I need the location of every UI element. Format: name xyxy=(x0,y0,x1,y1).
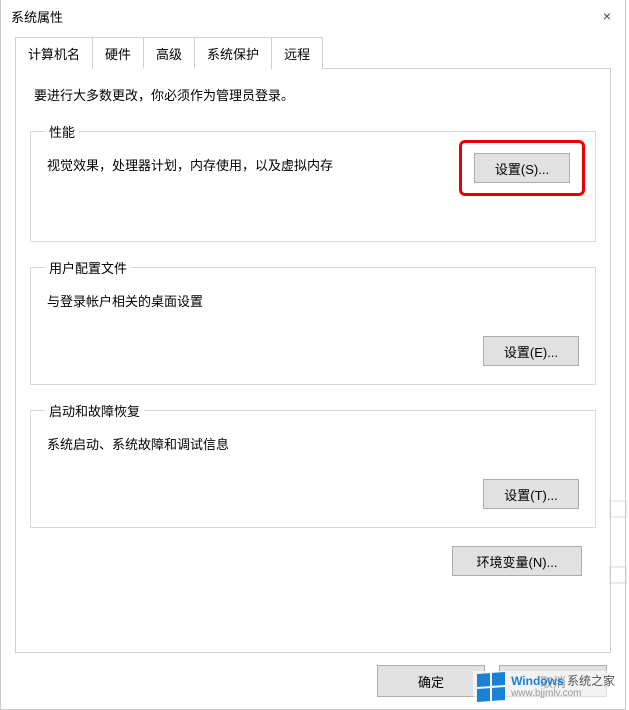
startup-recovery-group: 启动和故障恢复 系统启动、系统故障和调试信息 设置(T)... xyxy=(30,401,596,528)
tab-computer-name[interactable]: 计算机名 xyxy=(15,37,93,69)
watermark-suffix: 系统之家 xyxy=(567,674,615,688)
titlebar: 系统属性 × xyxy=(1,0,625,32)
windows-logo-icon xyxy=(477,672,505,702)
env-row: 环境变量(N)... xyxy=(30,544,596,576)
user-profile-group: 用户配置文件 与登录帐户相关的桌面设置 设置(E)... xyxy=(30,258,596,385)
window-title: 系统属性 xyxy=(11,7,615,26)
admin-note: 要进行大多数更改，你必须作为管理员登录。 xyxy=(30,85,596,104)
dialog-content: 计算机名 硬件 高级 系统保护 远程 要进行大多数更改，你必须作为管理员登录。 … xyxy=(1,32,625,653)
user-profile-settings-button[interactable]: 设置(E)... xyxy=(483,336,579,366)
performance-settings-highlight: 设置(S)... xyxy=(459,140,585,196)
ok-button[interactable]: 确定 xyxy=(377,665,485,697)
tab-system-protection[interactable]: 系统保护 xyxy=(194,37,272,69)
tab-hardware[interactable]: 硬件 xyxy=(92,37,144,69)
close-button[interactable]: × xyxy=(593,2,621,30)
watermark-text: Windows 系统之家 www.bjjmlv.com xyxy=(511,675,615,699)
tab-remote[interactable]: 远程 xyxy=(271,37,323,69)
user-profile-legend: 用户配置文件 xyxy=(45,258,131,277)
watermark-url: www.bjjmlv.com xyxy=(511,688,615,699)
watermark-brand: Windows xyxy=(511,674,564,688)
performance-settings-button[interactable]: 设置(S)... xyxy=(474,153,570,183)
startup-settings-button[interactable]: 设置(T)... xyxy=(483,479,579,509)
startup-legend: 启动和故障恢复 xyxy=(45,401,144,420)
user-profile-desc: 与登录帐户相关的桌面设置 xyxy=(47,291,579,310)
performance-group: 性能 视觉效果，处理器计划，内存使用，以及虚拟内存 设置(S)... xyxy=(30,122,596,242)
startup-desc: 系统启动、系统故障和调试信息 xyxy=(47,434,579,453)
watermark: Windows 系统之家 www.bjjmlv.com xyxy=(473,671,619,703)
tab-advanced[interactable]: 高级 xyxy=(143,37,195,69)
environment-variables-button[interactable]: 环境变量(N)... xyxy=(452,546,582,576)
advanced-panel: 要进行大多数更改，你必须作为管理员登录。 性能 视觉效果，处理器计划，内存使用，… xyxy=(15,69,611,653)
tab-strip: 计算机名 硬件 高级 系统保护 远程 xyxy=(15,36,611,69)
system-properties-window: 系统属性 × 计算机名 硬件 高级 系统保护 远程 要进行大多数更改，你必须作为… xyxy=(0,0,626,710)
performance-legend: 性能 xyxy=(45,122,79,141)
